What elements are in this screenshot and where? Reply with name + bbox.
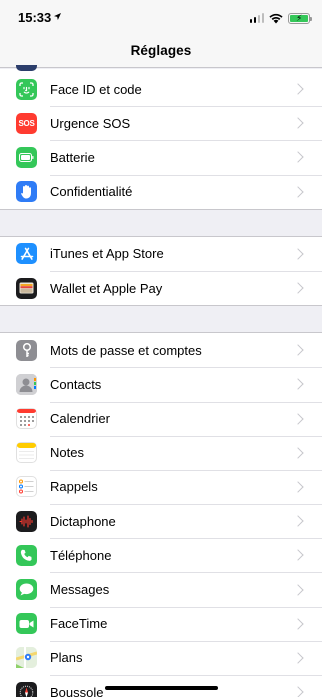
location-arrow-icon	[54, 13, 61, 20]
settings-row-label: Contacts	[50, 376, 102, 392]
settings-row-label: Confidentialité	[50, 184, 133, 200]
chevron-right-icon	[292, 618, 304, 630]
maps-icon	[16, 647, 37, 669]
settings-row-itunes-et-app-store[interactable]: iTunes et App Store	[0, 237, 322, 271]
hand-icon	[16, 181, 37, 203]
reminders-icon	[16, 476, 37, 498]
settings-row-wallet-et-apple-pay[interactable]: Wallet et Apple Pay	[0, 270, 322, 305]
settings-row-label: Dictaphone	[50, 513, 116, 529]
settings-row-plans[interactable]: Plans	[0, 640, 322, 675]
wallet-icon	[16, 277, 37, 299]
settings-row-label: Batterie	[50, 149, 95, 165]
settings-row-label: Urgence SOS	[50, 115, 131, 131]
settings-row-rappels[interactable]: Rappels	[0, 469, 322, 504]
phone-icon	[16, 544, 37, 566]
app-store-icon	[16, 243, 37, 265]
status-time: 15:33	[18, 10, 52, 25]
facetime-icon	[16, 613, 37, 635]
messages-icon	[16, 579, 37, 601]
settings-row-label: Mots de passe et comptes	[50, 342, 202, 358]
settings-row-label: Rappels	[50, 479, 98, 495]
settings-row-confidentialite[interactable]: Confidentialité	[0, 174, 322, 209]
chevron-right-icon	[292, 583, 304, 596]
chevron-right-icon	[292, 344, 304, 356]
chevron-right-icon	[292, 151, 304, 164]
settings-row-label: Wallet et Apple Pay	[50, 280, 163, 296]
chevron-right-icon	[292, 282, 304, 294]
chevron-right-icon	[292, 248, 304, 260]
settings-row-label: Messages	[50, 582, 110, 598]
settings-row-contacts[interactable]: Contacts	[0, 367, 322, 401]
chevron-right-icon	[292, 378, 304, 391]
settings-group-store: iTunes et App Store Wallet et Apple Pay	[0, 235, 322, 307]
chevron-right-icon	[292, 686, 304, 697]
calendar-icon	[16, 408, 37, 430]
chevron-right-icon	[292, 549, 304, 562]
notes-icon	[16, 442, 37, 464]
settings-row-calendrier[interactable]: Calendrier	[0, 401, 322, 436]
settings-row-urgence-sos[interactable]: SOS Urgence SOS	[0, 106, 322, 140]
settings-row-facetime[interactable]: FaceTime	[0, 606, 322, 641]
chevron-right-icon	[292, 481, 304, 493]
settings-row-telephone[interactable]: Téléphone	[0, 538, 322, 572]
battery-status-icon: ⚡	[288, 12, 312, 24]
settings-group-apps: Mots de passe et comptes Contacts Calendri…	[0, 332, 322, 697]
settings-row-label: Face ID et code	[50, 81, 142, 97]
voice-memo-icon	[16, 510, 37, 532]
settings-row-batterie[interactable]: Batterie	[0, 140, 322, 174]
navigation-bar: Réglages	[0, 34, 322, 68]
contacts-icon	[16, 373, 37, 395]
settings-row-label: Notes	[50, 445, 84, 461]
settings-row-label: iTunes et App Store	[50, 246, 164, 262]
settings-group-security: Face ID et code SOS Urgence SOS Batterie Con…	[0, 72, 322, 210]
signal-icon	[249, 13, 264, 23]
status-bar: 15:33 ⚡	[0, 0, 322, 34]
compass-icon	[16, 681, 37, 697]
settings-row-notes[interactable]: Notes	[0, 435, 322, 470]
settings-row-face-id-et-code[interactable]: Face ID et code	[0, 72, 322, 106]
battery-icon	[16, 146, 37, 168]
settings-row-label: Plans	[50, 650, 83, 666]
wifi-icon	[269, 13, 283, 23]
face-id-icon	[16, 78, 37, 100]
chevron-right-icon	[292, 83, 304, 95]
chevron-right-icon	[292, 515, 304, 527]
settings-row-messages[interactable]: Messages	[0, 572, 322, 606]
sos-icon: SOS	[16, 112, 37, 134]
key-icon	[16, 339, 37, 361]
settings-row-label: Calendrier	[50, 411, 110, 427]
chevron-right-icon	[292, 117, 304, 129]
chevron-right-icon	[292, 412, 304, 425]
settings-row-dictaphone[interactable]: Dictaphone	[0, 504, 322, 538]
page-title: Réglages	[130, 43, 192, 58]
home-indicator[interactable]	[105, 686, 218, 690]
settings-row-mots-de-passe-et-comptes[interactable]: Mots de passe et comptes	[0, 333, 322, 367]
settings-row-label: Téléphone	[50, 547, 112, 563]
settings-row-label: FaceTime	[50, 616, 108, 632]
partial-icon	[16, 65, 37, 71]
chevron-right-icon	[292, 185, 304, 198]
settings-list: Face ID et code SOS Urgence SOS Batterie Con…	[0, 65, 322, 697]
chevron-right-icon	[292, 447, 304, 459]
chevron-right-icon	[292, 652, 304, 664]
